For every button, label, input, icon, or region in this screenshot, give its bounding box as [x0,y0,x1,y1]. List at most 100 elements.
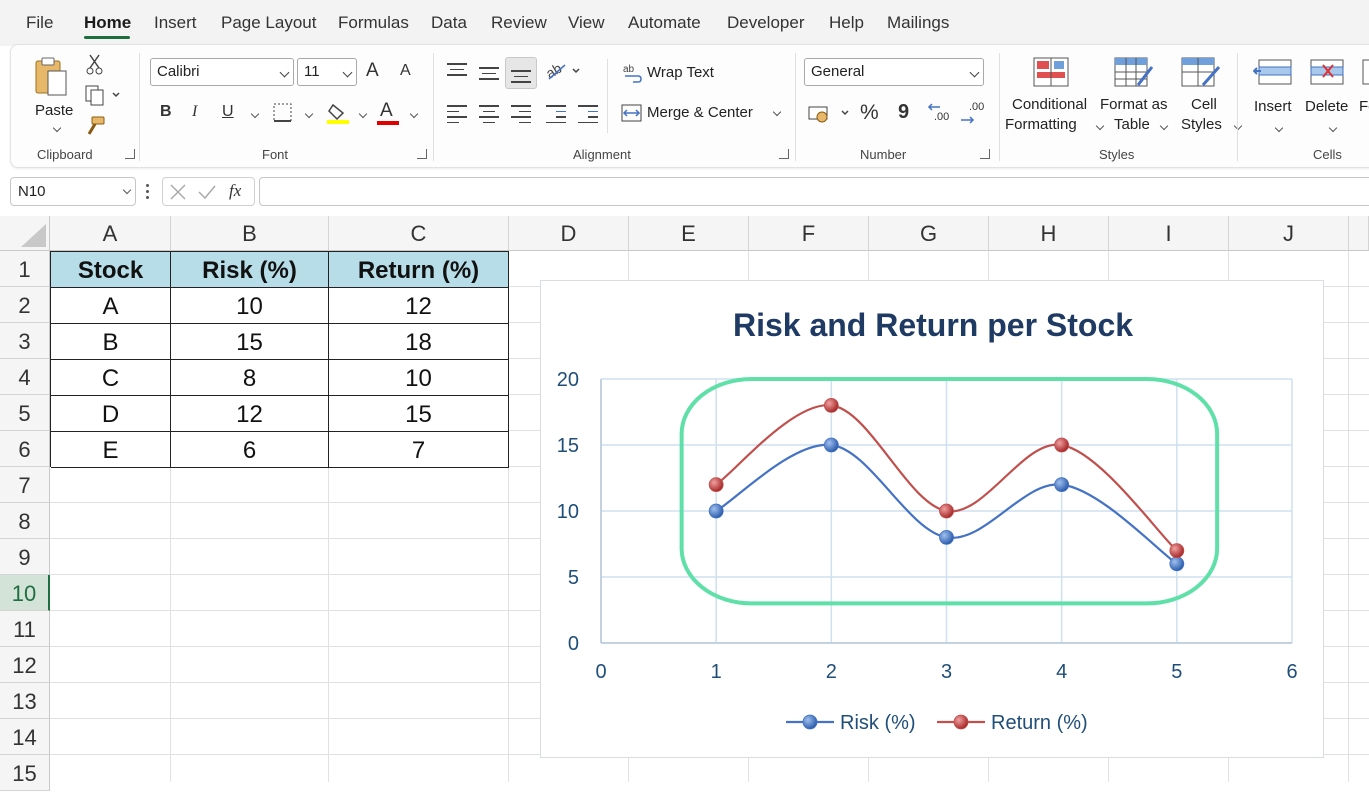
chevron-down-icon[interactable] [772,107,782,117]
bold-button[interactable]: B [160,103,172,121]
alignment-launcher-icon[interactable] [779,149,789,159]
format-as-table-button[interactable]: Format as Table [1100,53,1170,143]
comma-style-button[interactable]: 9 [898,101,909,124]
row-header-8[interactable]: 8 [0,503,50,539]
table-cell[interactable]: 15 [329,396,509,432]
menu-review[interactable]: Review [491,13,547,33]
row-header-12[interactable]: 12 [0,647,50,683]
row-header-2[interactable]: 2 [0,287,50,323]
cut-icon[interactable] [85,53,105,75]
column-header-f[interactable]: F [749,216,869,251]
table-cell[interactable]: A [51,288,171,324]
percent-style-button[interactable]: % [860,101,879,125]
select-all-button[interactable] [0,216,50,251]
row-header-3[interactable]: 3 [0,323,50,359]
number-format-select[interactable]: General [804,58,984,86]
menu-mailings[interactable]: Mailings [887,13,949,33]
menu-insert[interactable]: Insert [154,13,197,33]
underline-button[interactable]: U [222,103,234,121]
align-bottom-button[interactable] [505,57,537,89]
table-cell[interactable]: 7 [329,432,509,468]
menu-page-layout[interactable]: Page Layout [221,13,316,33]
line-chart[interactable]: Risk and Return per Stock 0 1 2 3 4 5 6 0 5 10 15 2… [541,281,1325,759]
table-cell[interactable]: 18 [329,324,509,360]
paste-button[interactable]: Paste [29,51,75,137]
decrease-indent-icon[interactable] [546,101,566,127]
row-header-10[interactable]: 10 [0,575,50,611]
accounting-format-icon[interactable] [808,103,854,125]
align-top-icon[interactable] [447,59,467,80]
row-header-6[interactable]: 6 [0,431,50,467]
table-cell[interactable]: E [51,432,171,468]
grow-font-button[interactable]: A [366,60,379,82]
column-header-a[interactable]: A [50,216,171,251]
align-left-icon[interactable] [447,101,467,127]
font-launcher-icon[interactable] [417,149,427,159]
align-center-icon[interactable] [479,101,499,127]
menu-file[interactable]: File [26,13,53,33]
column-header-b[interactable]: B [171,216,329,251]
menu-developer[interactable]: Developer [727,13,805,33]
table-cell[interactable]: C [51,360,171,396]
format-painter-icon[interactable] [85,115,107,137]
copy-icon[interactable] [85,85,121,107]
row-header-13[interactable]: 13 [0,683,50,719]
table-cell[interactable]: 8 [171,360,329,396]
number-launcher-icon[interactable] [980,149,990,159]
format-cells-button[interactable]: Fo [1359,53,1369,143]
row-header-1[interactable]: 1 [0,251,50,287]
increase-indent-icon[interactable] [578,101,598,127]
menu-formulas[interactable]: Formulas [338,13,409,33]
column-header-c[interactable]: C [329,216,509,251]
row-header-9[interactable]: 9 [0,539,50,575]
insert-cells-button[interactable]: Insert [1251,53,1299,143]
chart-legend[interactable]: Risk (%) Return (%) [786,712,1088,734]
decrease-decimal-button[interactable]: .00 [959,101,989,127]
cancel-icon[interactable] [169,183,187,201]
italic-button[interactable]: I [192,103,197,121]
menu-view[interactable]: View [568,13,605,33]
chevron-down-icon[interactable] [358,109,368,119]
row-header-7[interactable]: 7 [0,467,50,503]
name-box[interactable]: N10 [10,177,136,206]
chevron-down-icon[interactable] [409,109,419,119]
formula-input[interactable] [259,177,1369,206]
fill-color-icon[interactable] [327,101,351,125]
chevron-down-icon[interactable] [250,109,260,119]
table-cell[interactable]: B [51,324,171,360]
align-middle-icon[interactable] [479,63,499,84]
column-header-j[interactable]: J [1229,216,1349,251]
insert-function-button[interactable]: fx [229,181,241,201]
formula-bar-grip-icon[interactable] [146,184,149,200]
clipboard-launcher-icon[interactable] [125,149,135,159]
table-cell[interactable]: D [51,396,171,432]
menu-home[interactable]: Home [84,13,131,33]
chevron-down-icon[interactable] [304,109,314,119]
column-header-i[interactable]: I [1109,216,1229,251]
table-header-cell[interactable]: Risk (%) [171,252,329,288]
table-header-cell[interactable]: Return (%) [329,252,509,288]
column-header-k[interactable] [1349,216,1369,251]
delete-cells-button[interactable]: Delete [1305,53,1357,143]
table-header-cell[interactable]: Stock [51,252,171,288]
shrink-font-button[interactable]: A [400,62,411,80]
cell-styles-button[interactable]: Cell Styles [1175,53,1243,143]
font-size-select[interactable]: 11 [297,58,357,86]
row-header-4[interactable]: 4 [0,359,50,395]
chart-container[interactable]: Risk and Return per Stock 0 1 2 3 4 5 6 0 5 10 15 2… [540,280,1324,758]
table-cell[interactable]: 10 [329,360,509,396]
table-cell[interactable]: 6 [171,432,329,468]
row-header-15[interactable]: 15 [0,755,50,791]
increase-decimal-button[interactable]: .00 [926,101,956,127]
borders-icon[interactable] [273,103,293,123]
table-cell[interactable]: 15 [171,324,329,360]
enter-icon[interactable] [197,183,217,201]
row-header-11[interactable]: 11 [0,611,50,647]
column-header-h[interactable]: H [989,216,1109,251]
table-cell[interactable]: 12 [329,288,509,324]
menu-automate[interactable]: Automate [628,13,701,33]
merge-center-button[interactable]: Merge & Center [647,104,753,121]
menu-data[interactable]: Data [431,13,467,33]
table-cell[interactable]: 12 [171,396,329,432]
font-name-select[interactable]: Calibri [150,58,294,86]
